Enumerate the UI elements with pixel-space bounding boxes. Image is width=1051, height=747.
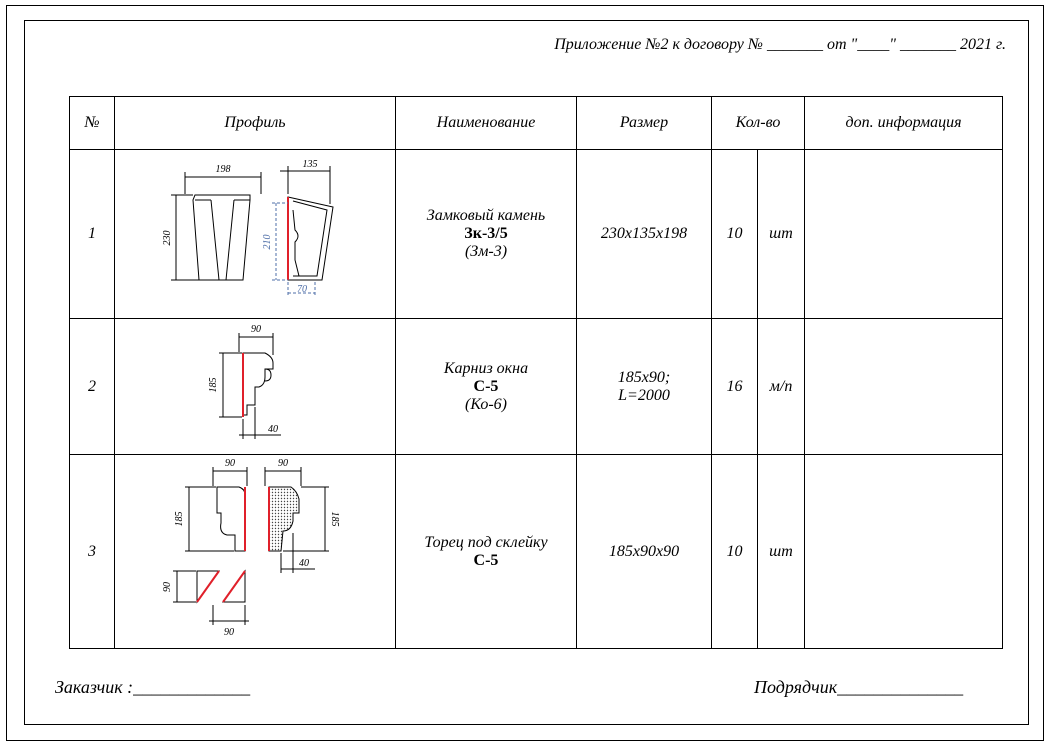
dim-width-label: 198 (216, 164, 231, 175)
profile-drawing-keystone: 198 135 230 210 70 (114, 149, 396, 319)
item-extra-info (804, 454, 1003, 649)
dim-inner-depth-label: 70 (297, 284, 307, 295)
item-name-cell: Торец под склейку С-5 (395, 454, 577, 649)
table-header-row: № Профиль Наименование Размер Кол-во доп… (69, 96, 1003, 150)
item-size: 185х90х90 (576, 454, 712, 649)
item-length: L=2000 (618, 386, 670, 404)
row-number: 3 (69, 454, 115, 649)
table-row: 2 90 185 40 Карниз окна С-5 (Ко-6) 185х9… (69, 318, 1003, 455)
end-cap-profile-drawing: 90 90 185 185 40 90 90 (162, 458, 340, 638)
dim-step-label: 40 (299, 558, 309, 569)
contractor-signature-line: Подрядчик______________ (754, 677, 964, 697)
dim-height-right-label: 185 (329, 512, 340, 527)
item-name-cell: Замковый камень Зк-3/5 (Зм-3) (395, 149, 577, 319)
item-size-cell: 185х90; L=2000 (576, 318, 712, 455)
item-name-cell: Карниз окна С-5 (Ко-6) (395, 318, 577, 455)
profile-drawing-cornice: 90 185 40 (114, 318, 396, 455)
item-unit: м/п (757, 318, 805, 455)
item-unit: шт (757, 149, 805, 319)
col-header-size: Размер (576, 96, 712, 150)
item-name: Торец под склейку (424, 533, 548, 551)
item-alt-code: (Ко-6) (465, 395, 507, 413)
dim-depth-label: 135 (303, 159, 318, 170)
specification-table: № Профиль Наименование Размер Кол-во доп… (69, 96, 1003, 649)
item-extra-info (804, 149, 1003, 319)
dim-triangle-width-label: 90 (224, 627, 234, 638)
col-header-number: № (69, 96, 115, 150)
item-alt-code: (Зм-3) (464, 243, 508, 260)
row-number: 2 (69, 318, 115, 455)
item-code: Зк-3/5 (464, 225, 508, 242)
appendix-heading: Приложение №2 к договору № _______ от "_… (554, 36, 1006, 53)
table-row: 1 198 135 230 210 70 Замковый камень Зк-… (69, 149, 1003, 319)
col-header-extra-info: доп. информация (804, 96, 1003, 150)
item-quantity: 10 (711, 454, 758, 649)
item-name: Карниз окна (443, 359, 529, 377)
item-quantity: 10 (711, 149, 758, 319)
dim-height-label: 185 (208, 378, 219, 393)
col-header-name: Наименование (395, 96, 577, 150)
dim-height-left-label: 185 (174, 512, 185, 527)
item-size: 185х90; (617, 368, 671, 386)
item-code: С-5 (473, 377, 499, 395)
item-size: 230х135х198 (576, 149, 712, 319)
cornice-profile-drawing: 90 185 40 (208, 324, 281, 439)
item-name: Замковый камень (426, 207, 546, 224)
item-unit: шт (757, 454, 805, 649)
table-row: 3 90 90 185 185 40 90 90 Торец под склей… (69, 454, 1003, 649)
dim-inner-height-label: 210 (262, 235, 273, 250)
item-code: С-5 (473, 551, 499, 569)
dim-triangle-height-label: 90 (162, 582, 173, 592)
dim-width-label: 90 (251, 324, 261, 335)
dim-width-right-label: 90 (278, 458, 288, 469)
dim-step-label: 40 (268, 424, 278, 435)
customer-signature-line: Заказчик :_____________ (55, 677, 251, 697)
item-extra-info (804, 318, 1003, 455)
row-number: 1 (69, 149, 115, 319)
keystone-profile-drawing: 198 135 230 210 70 (162, 159, 334, 297)
profile-drawing-end-cap: 90 90 185 185 40 90 90 (114, 454, 396, 649)
col-header-quantity: Кол-во (711, 96, 805, 150)
dim-height-label: 230 (162, 231, 173, 246)
col-header-profile: Профиль (114, 96, 396, 150)
dim-width-left-label: 90 (225, 458, 235, 469)
item-quantity: 16 (711, 318, 758, 455)
